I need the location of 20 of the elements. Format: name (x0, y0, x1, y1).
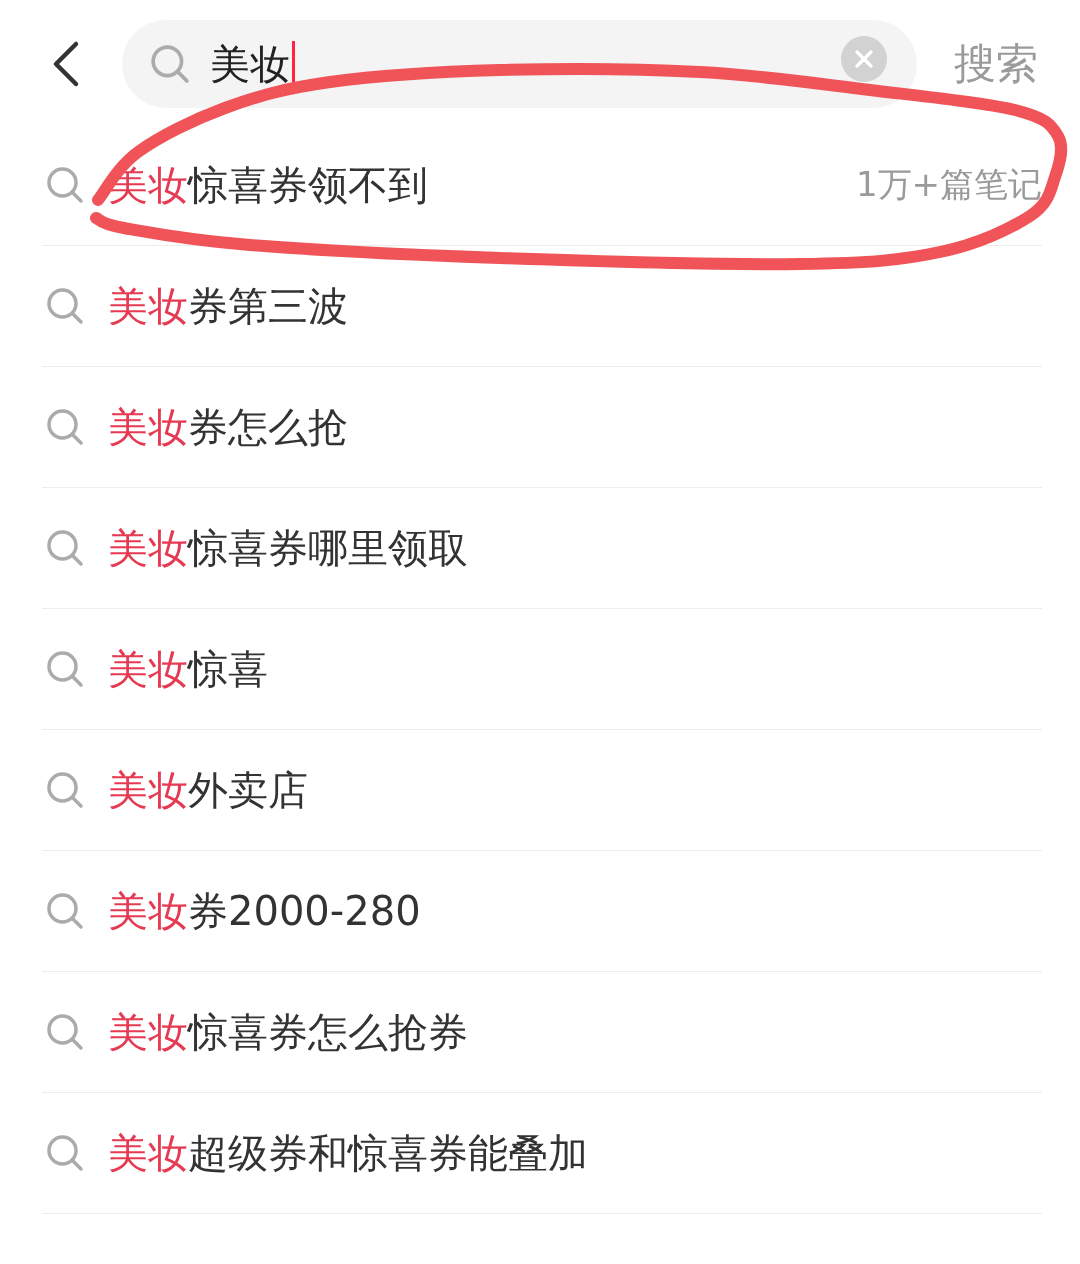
suggestion-text[interactable]: 美妆惊喜券哪里领取 (108, 520, 468, 576)
suggestion-text[interactable]: 美妆惊喜 (108, 641, 268, 697)
search-icon (46, 892, 84, 930)
suggestion-text[interactable]: 美妆券2000-280 (108, 883, 421, 939)
search-icon (46, 166, 84, 204)
search-icon (46, 1013, 84, 1051)
search-icon (46, 287, 84, 325)
search-icon (150, 44, 190, 84)
search-icon (46, 650, 84, 688)
suggestion-text[interactable]: 美妆券怎么抢 (108, 399, 348, 455)
search-icon (46, 408, 84, 446)
suggestion-text[interactable]: 美妆惊喜券怎么抢券 (108, 1004, 468, 1060)
suggestion-text[interactable]: 美妆外卖店 (108, 762, 308, 818)
search-icon (46, 771, 84, 809)
note-count: 1万+篇笔记 (855, 163, 1042, 206)
search-icon (46, 1134, 84, 1172)
search-query[interactable]: 美妆 (210, 40, 290, 88)
suggestion-text[interactable]: 美妆超级券和惊喜券能叠加 (108, 1125, 588, 1181)
search-icon (46, 529, 84, 567)
suggestion-text[interactable]: 美妆券第三波 (108, 278, 348, 334)
